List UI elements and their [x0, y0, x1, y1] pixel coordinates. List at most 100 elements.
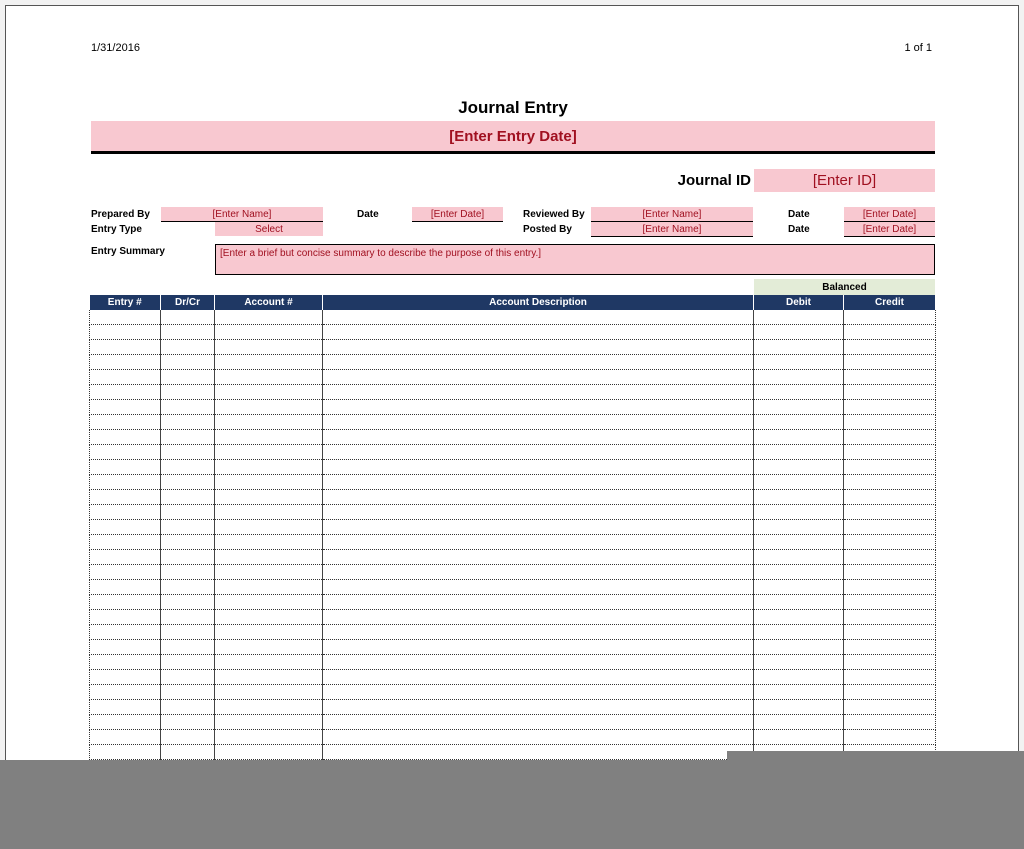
- cell-account-description[interactable]: [322, 369, 754, 385]
- cell-credit[interactable]: [843, 429, 936, 445]
- cell-account-description[interactable]: [322, 459, 754, 475]
- cell-entry-number[interactable]: [89, 384, 161, 400]
- cell-account-description[interactable]: [322, 384, 754, 400]
- cell-account-number[interactable]: [214, 310, 323, 325]
- cell-entry-number[interactable]: [89, 639, 161, 655]
- cell-account-description[interactable]: [322, 669, 754, 685]
- cell-account-description[interactable]: [322, 624, 754, 640]
- cell-entry-number[interactable]: [89, 714, 161, 730]
- cell-dr-cr[interactable]: [160, 414, 215, 430]
- cell-account-number[interactable]: [214, 324, 323, 340]
- entry-type-select[interactable]: Select: [215, 222, 323, 236]
- cell-dr-cr[interactable]: [160, 399, 215, 415]
- cell-entry-number[interactable]: [89, 534, 161, 550]
- cell-account-description[interactable]: [322, 594, 754, 610]
- cell-debit[interactable]: [753, 699, 844, 715]
- cell-debit[interactable]: [753, 504, 844, 520]
- cell-dr-cr[interactable]: [160, 324, 215, 340]
- cell-dr-cr[interactable]: [160, 549, 215, 565]
- cell-account-number[interactable]: [214, 354, 323, 370]
- cell-account-description[interactable]: [322, 414, 754, 430]
- cell-dr-cr[interactable]: [160, 684, 215, 700]
- cell-entry-number[interactable]: [89, 564, 161, 580]
- cell-account-description[interactable]: [322, 654, 754, 670]
- cell-credit[interactable]: [843, 310, 936, 325]
- cell-entry-number[interactable]: [89, 669, 161, 685]
- cell-entry-number[interactable]: [89, 699, 161, 715]
- cell-debit[interactable]: [753, 669, 844, 685]
- cell-credit[interactable]: [843, 444, 936, 460]
- cell-credit[interactable]: [843, 624, 936, 640]
- cell-account-description[interactable]: [322, 504, 754, 520]
- cell-account-description[interactable]: [322, 519, 754, 535]
- cell-entry-number[interactable]: [89, 459, 161, 475]
- cell-debit[interactable]: [753, 384, 844, 400]
- cell-entry-number[interactable]: [89, 354, 161, 370]
- cell-credit[interactable]: [843, 549, 936, 565]
- cell-account-description[interactable]: [322, 339, 754, 355]
- cell-debit[interactable]: [753, 474, 844, 490]
- cell-entry-number[interactable]: [89, 339, 161, 355]
- cell-entry-number[interactable]: [89, 684, 161, 700]
- cell-dr-cr[interactable]: [160, 444, 215, 460]
- cell-dr-cr[interactable]: [160, 594, 215, 610]
- cell-account-number[interactable]: [214, 444, 323, 460]
- cell-entry-number[interactable]: [89, 414, 161, 430]
- cell-entry-number[interactable]: [89, 324, 161, 340]
- cell-account-description[interactable]: [322, 714, 754, 730]
- cell-dr-cr[interactable]: [160, 654, 215, 670]
- cell-account-number[interactable]: [214, 729, 323, 745]
- cell-account-number[interactable]: [214, 519, 323, 535]
- entry-date-field[interactable]: [Enter Entry Date]: [91, 121, 935, 151]
- cell-dr-cr[interactable]: [160, 609, 215, 625]
- cell-credit[interactable]: [843, 354, 936, 370]
- cell-dr-cr[interactable]: [160, 369, 215, 385]
- cell-credit[interactable]: [843, 564, 936, 580]
- cell-credit[interactable]: [843, 639, 936, 655]
- cell-dr-cr[interactable]: [160, 429, 215, 445]
- cell-credit[interactable]: [843, 489, 936, 505]
- cell-account-description[interactable]: [322, 310, 754, 325]
- cell-account-number[interactable]: [214, 714, 323, 730]
- cell-account-description[interactable]: [322, 324, 754, 340]
- cell-debit[interactable]: [753, 444, 844, 460]
- cell-dr-cr[interactable]: [160, 354, 215, 370]
- cell-account-description[interactable]: [322, 684, 754, 700]
- cell-debit[interactable]: [753, 399, 844, 415]
- cell-account-number[interactable]: [214, 504, 323, 520]
- cell-account-description[interactable]: [322, 564, 754, 580]
- cell-entry-number[interactable]: [89, 310, 161, 325]
- cell-entry-number[interactable]: [89, 594, 161, 610]
- cell-dr-cr[interactable]: [160, 489, 215, 505]
- cell-account-number[interactable]: [214, 399, 323, 415]
- cell-entry-number[interactable]: [89, 474, 161, 490]
- cell-account-number[interactable]: [214, 594, 323, 610]
- cell-credit[interactable]: [843, 339, 936, 355]
- cell-credit[interactable]: [843, 369, 936, 385]
- cell-entry-number[interactable]: [89, 444, 161, 460]
- reviewed-by-field[interactable]: [Enter Name]: [591, 207, 753, 222]
- cell-debit[interactable]: [753, 654, 844, 670]
- cell-debit[interactable]: [753, 519, 844, 535]
- cell-credit[interactable]: [843, 534, 936, 550]
- cell-entry-number[interactable]: [89, 579, 161, 595]
- cell-account-description[interactable]: [322, 399, 754, 415]
- cell-account-number[interactable]: [214, 684, 323, 700]
- cell-entry-number[interactable]: [89, 549, 161, 565]
- cell-dr-cr[interactable]: [160, 339, 215, 355]
- cell-debit[interactable]: [753, 310, 844, 325]
- cell-entry-number[interactable]: [89, 429, 161, 445]
- cell-account-number[interactable]: [214, 624, 323, 640]
- cell-credit[interactable]: [843, 594, 936, 610]
- cell-debit[interactable]: [753, 624, 844, 640]
- cell-account-number[interactable]: [214, 669, 323, 685]
- cell-account-description[interactable]: [322, 549, 754, 565]
- cell-entry-number[interactable]: [89, 654, 161, 670]
- cell-account-number[interactable]: [214, 414, 323, 430]
- cell-debit[interactable]: [753, 354, 844, 370]
- cell-account-number[interactable]: [214, 489, 323, 505]
- cell-credit[interactable]: [843, 669, 936, 685]
- cell-account-description[interactable]: [322, 729, 754, 745]
- cell-account-number[interactable]: [214, 564, 323, 580]
- cell-debit[interactable]: [753, 369, 844, 385]
